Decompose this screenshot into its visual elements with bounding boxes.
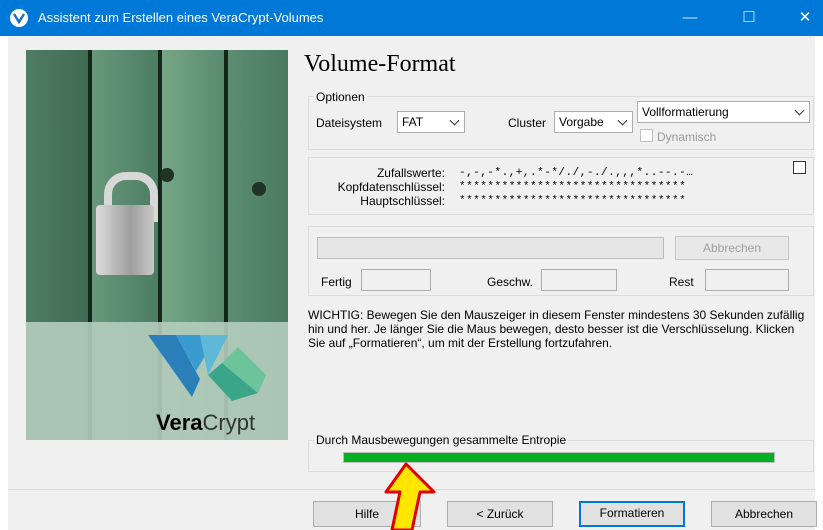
filesystem-value: FAT xyxy=(402,115,424,129)
keys-group: Zufallswerte: -,-,-*.,+,.*-*/./,-./.,,,*… xyxy=(308,157,814,215)
options-legend: Optionen xyxy=(314,90,367,104)
padlock-icon xyxy=(96,205,154,275)
header-key-value: ******************************** xyxy=(459,181,687,193)
random-pool-label: Zufallswerte: xyxy=(376,166,445,180)
title-bar: Assistent zum Erstellen eines VeraCrypt-… xyxy=(0,0,823,36)
master-key-value: ******************************** xyxy=(459,195,687,207)
close-icon[interactable]: ✕ xyxy=(785,6,823,30)
window-title: Assistent zum Erstellen eines VeraCrypt-… xyxy=(38,10,324,25)
remaining-label: Rest xyxy=(669,275,694,289)
filesystem-select[interactable]: FAT xyxy=(397,111,465,133)
chevron-down-icon xyxy=(617,115,628,126)
window-frame-left xyxy=(0,36,8,530)
show-keys-checkbox[interactable] xyxy=(793,161,806,174)
done-field xyxy=(361,269,431,291)
veracrypt-wordmark: VeraCrypt xyxy=(156,410,256,435)
speed-label: Geschw. xyxy=(487,275,534,289)
window-frame-right xyxy=(815,36,823,530)
format-mode-select[interactable]: Vollformatierung xyxy=(637,101,810,123)
veracrypt-logo-icon xyxy=(148,335,266,401)
minimize-icon[interactable]: — xyxy=(670,6,710,30)
remaining-field xyxy=(705,269,789,291)
cancel-button[interactable]: Abbrechen xyxy=(711,501,817,527)
format-button[interactable]: Formatieren xyxy=(579,501,685,527)
filesystem-label: Dateisystem xyxy=(316,116,383,130)
done-label: Fertig xyxy=(321,275,352,289)
progress-group: Abbrechen Fertig Geschw. Rest xyxy=(308,226,814,296)
format-mode-value: Vollformatierung xyxy=(642,105,729,119)
entropy-legend: Durch Mausbewegungen gesammelte Entropie xyxy=(314,433,569,447)
format-progress-bar xyxy=(317,237,664,259)
header-key-label: Kopfdatenschlüssel: xyxy=(337,180,445,194)
speed-field xyxy=(541,269,617,291)
cluster-label: Cluster xyxy=(508,116,547,130)
maximize-icon[interactable]: ☐ xyxy=(729,6,769,30)
entropy-progress-fill xyxy=(344,453,774,462)
cluster-select[interactable]: Vorgabe xyxy=(554,111,633,133)
abort-button[interactable]: Abbrechen xyxy=(675,236,789,260)
wizard-sidebar-image: VeraCrypt xyxy=(26,50,288,440)
chevron-down-icon xyxy=(449,115,460,126)
master-key-label: Hauptschlüssel: xyxy=(360,194,445,208)
random-pool-value: -,-,-*.,+,.*-*/./,-./.,,,*..--.-… xyxy=(459,167,694,179)
page-title: Volume-Format xyxy=(304,51,456,77)
dynamic-label: Dynamisch xyxy=(657,130,717,144)
cluster-value: Vorgabe xyxy=(559,115,604,129)
yellow-arrow-annotation-icon xyxy=(384,462,436,530)
dynamic-checkbox[interactable] xyxy=(640,129,653,142)
info-text: WICHTIG: Bewegen Sie den Mauszeiger in d… xyxy=(308,308,805,350)
chevron-down-icon xyxy=(794,105,805,116)
veracrypt-app-icon xyxy=(10,9,28,27)
back-button[interactable]: < Zurück xyxy=(447,501,553,527)
